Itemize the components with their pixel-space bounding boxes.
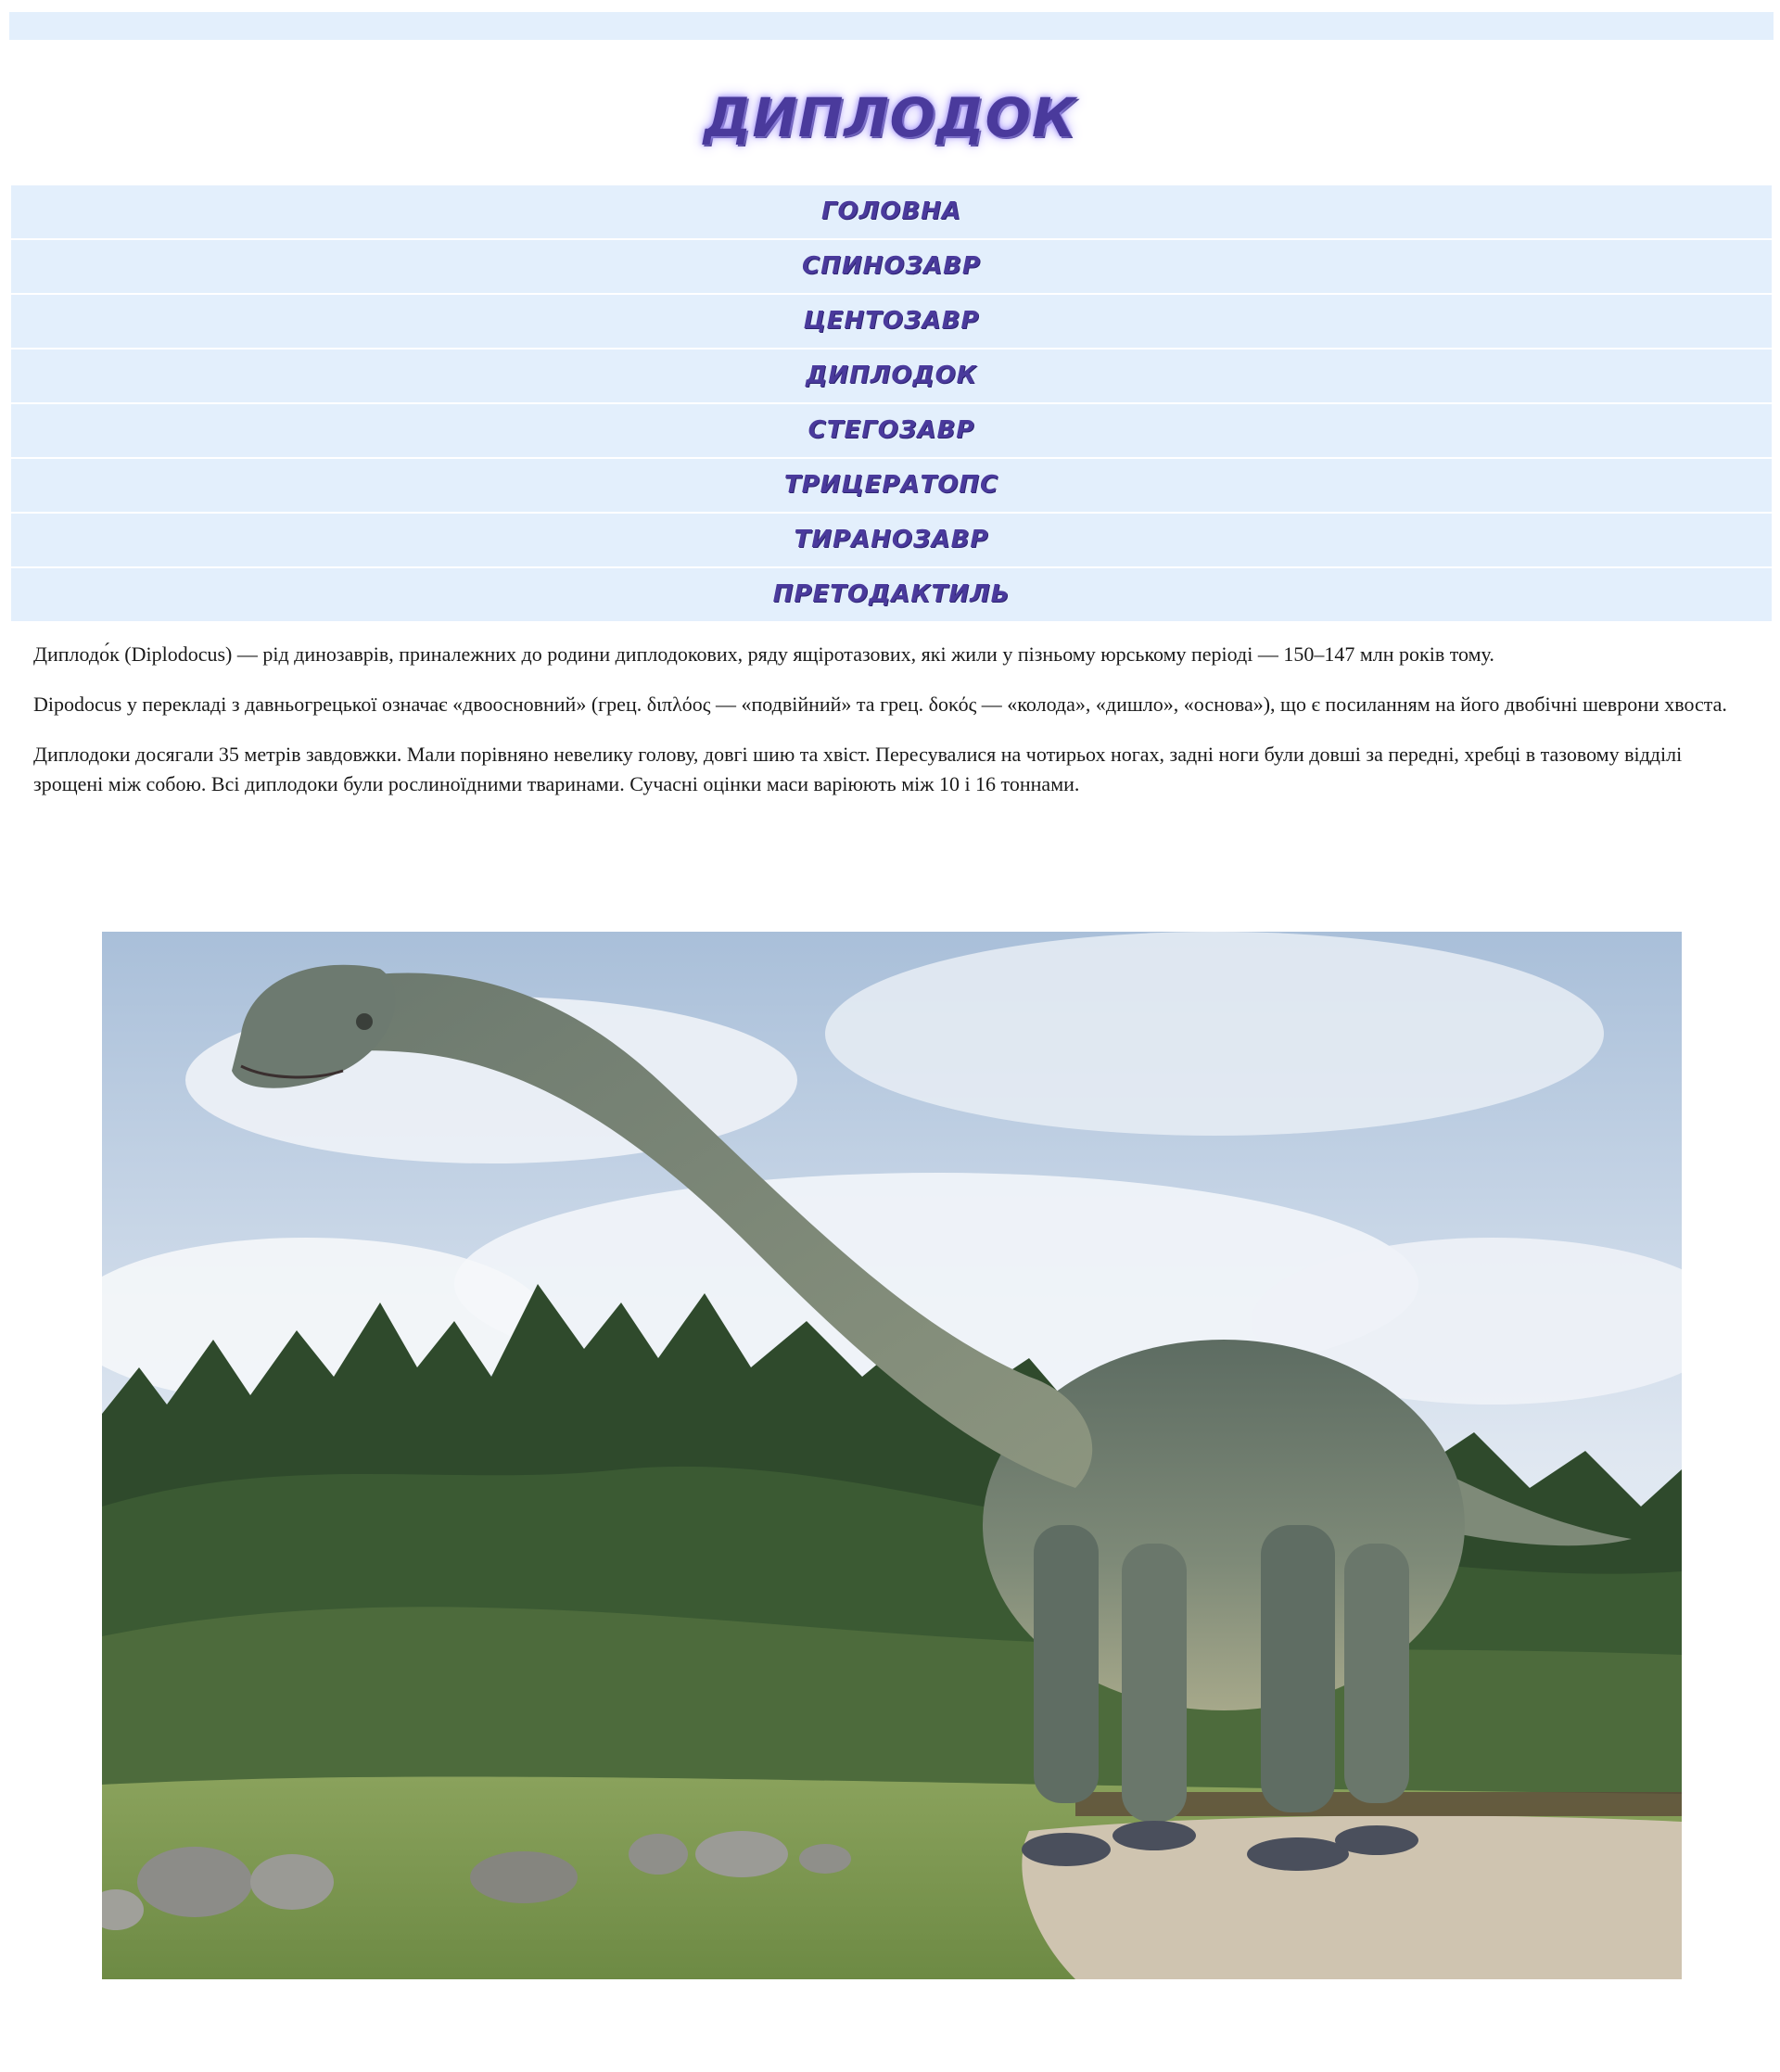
article-content: Диплодо́к (Diplodocus) — рід динозаврів,… [33,640,1748,820]
nav-item-triceratops[interactable]: ТРИЦЕРАТОПС [11,459,1772,512]
top-banner-strip [9,12,1774,40]
nav-item-centosaurus[interactable]: ЦЕНТОЗАВР [11,295,1772,348]
page-title: ДИПЛОДОК [703,86,1077,149]
article-paragraph-description: Диплодоки досягали 35 метрів завдовжки. … [33,743,1683,795]
nav-item-tyrannosaurus[interactable]: ТИРАНОЗАВР [11,514,1772,566]
nav-item-pterodactyl[interactable]: ПРЕТОДАКТИЛЬ [11,568,1772,621]
main-navigation: ГОЛОВНА СПИНОЗАВР ЦЕНТОЗАВР ДИПЛОДОК СТЕ… [11,185,1772,623]
nav-item-home[interactable]: ГОЛОВНА [11,185,1772,238]
nav-item-spinosaurus[interactable]: СПИНОЗАВР [11,240,1772,293]
diplodocus-photo [102,932,1682,1979]
article-paragraph-intro: Диплодо́к (Diplodocus) — рід динозаврів,… [33,642,1494,666]
nav-item-diplodocus[interactable]: ДИПЛОДОК [11,350,1772,402]
nav-item-stegosaurus[interactable]: СТЕГОЗАВР [11,404,1772,457]
article-paragraph-etymology: Dipodocus у перекладі з давньогрецької о… [33,693,1727,716]
